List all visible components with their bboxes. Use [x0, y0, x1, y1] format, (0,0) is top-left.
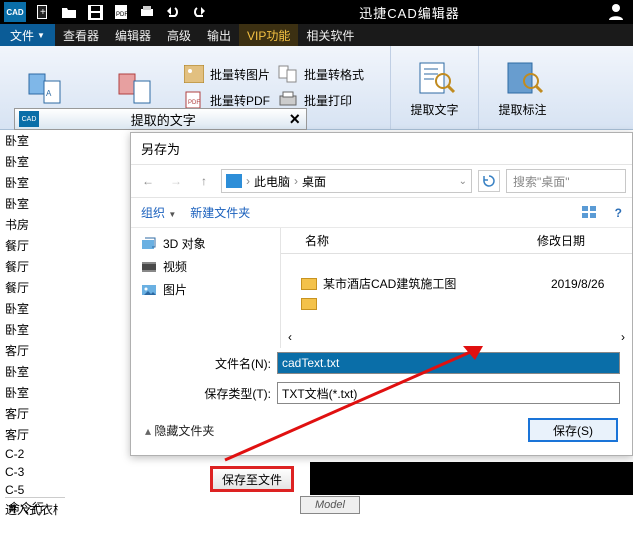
extract-modal-titlebar: CAD 提取的文字 × — [14, 108, 307, 130]
extract-modal-title: 提取的文字 — [43, 110, 283, 129]
path-box[interactable]: › 此电脑 › 桌面 ⌄ — [221, 169, 472, 193]
list-item[interactable]: 书房 — [0, 214, 58, 235]
chevron-down-icon[interactable]: ⌄ — [459, 176, 467, 187]
list-item[interactable]: 卧室 — [0, 298, 58, 319]
save-as-dialog: 另存为 ← → ↑ › 此电脑 › 桌面 ⌄ 搜索"桌面" 组织 ▼ 新建文件夹… — [130, 132, 633, 456]
new-folder-button[interactable]: 新建文件夹 — [190, 204, 250, 221]
save-icon[interactable] — [84, 2, 106, 22]
model-tab[interactable]: Model — [300, 496, 360, 514]
svg-text:PDF: PDF — [116, 12, 128, 18]
list-item[interactable]: 卧室 — [0, 151, 58, 172]
path-segment[interactable]: 此电脑 — [254, 173, 290, 190]
list-item[interactable]: 卧室 — [0, 319, 58, 340]
close-icon[interactable]: × — [283, 109, 306, 130]
save-button[interactable]: 保存(S) — [528, 418, 618, 442]
folder-icon — [301, 278, 317, 290]
filetype-field[interactable]: TXT文档(*.txt) — [277, 382, 620, 404]
print-icon[interactable] — [136, 2, 158, 22]
menu-viewer[interactable]: 查看器 — [55, 24, 107, 46]
watermark: 天涯社区@哎呀就是我ABC — [446, 494, 627, 515]
new-file-icon[interactable]: + — [32, 2, 54, 22]
menu-vip[interactable]: VIP功能 — [239, 24, 298, 46]
path-segment[interactable]: 桌面 — [302, 173, 326, 190]
column-date[interactable]: 修改日期 — [531, 228, 631, 253]
tree-item-pictures[interactable]: 图片 — [141, 278, 270, 301]
list-item[interactable]: 餐厅 — [0, 256, 58, 277]
list-item[interactable]: 卧室 — [0, 193, 58, 214]
extract-modal-icon: CAD — [19, 111, 39, 127]
column-name[interactable]: 名称 — [281, 228, 531, 253]
menu-related[interactable]: 相关软件 — [298, 24, 362, 46]
ribbon-extract-text[interactable]: 提取文字 — [390, 46, 478, 129]
save-pdf-icon[interactable]: PDF — [110, 2, 132, 22]
search-input[interactable]: 搜索"桌面" — [506, 169, 626, 193]
redo-icon[interactable] — [188, 2, 210, 22]
list-item[interactable]: 卧室 — [0, 172, 58, 193]
list-item[interactable]: 餐厅 — [0, 235, 58, 256]
menu-advanced[interactable]: 高级 — [159, 24, 199, 46]
list-item[interactable]: 客厅 — [0, 340, 58, 361]
list-item[interactable]: 客厅 — [0, 403, 58, 424]
scroll-right-icon[interactable]: › — [616, 330, 630, 344]
save-to-file-button[interactable]: 保存至文件 — [210, 466, 294, 492]
filename-field[interactable]: cadText.txt — [277, 352, 620, 374]
svg-text:PDF: PDF — [188, 100, 200, 106]
file-row[interactable]: 某市酒店CAD建筑施工图 2019/8/26 — [281, 272, 632, 295]
computer-icon — [226, 174, 242, 188]
list-item[interactable]: 餐厅 — [0, 277, 58, 298]
list-item[interactable]: C-2 — [0, 445, 58, 463]
ribbon-extract-anno-label: 提取标注 — [498, 101, 546, 118]
ribbon-extract-text-label: 提取文字 — [410, 101, 458, 118]
user-icon[interactable] — [607, 2, 627, 22]
file-row[interactable] — [281, 295, 632, 313]
filetype-label: 保存类型(T): — [181, 385, 271, 402]
ribbon-batch-img[interactable]: 批量转图片 — [180, 62, 274, 88]
tree-item-video[interactable]: 视频 — [141, 255, 270, 278]
refresh-icon[interactable] — [478, 170, 500, 192]
help-icon[interactable]: ? — [615, 206, 622, 220]
ribbon-batch-fmt[interactable]: 批量转格式 — [274, 62, 368, 88]
list-item[interactable]: 卧室 — [0, 130, 58, 151]
app-logo-icon: CAD — [4, 2, 26, 22]
svg-text:+: + — [40, 7, 46, 18]
list-item[interactable]: 卧室 — [0, 382, 58, 403]
canvas-bottom — [310, 462, 633, 495]
scroll-left-icon[interactable]: ‹ — [283, 330, 297, 344]
nav-forward-icon: → — [165, 170, 187, 192]
organize-button[interactable]: 组织 ▼ — [141, 204, 176, 221]
folder-tree: 3D 对象 视频 图片 — [131, 228, 281, 348]
filename-label: 文件名(N): — [181, 355, 271, 372]
list-item[interactable]: C-3 — [0, 463, 58, 481]
save-as-title: 另存为 — [131, 133, 632, 164]
view-options-icon[interactable] — [581, 205, 601, 221]
list-item[interactable]: 卧室 — [0, 361, 58, 382]
list-item[interactable]: 客厅 — [0, 424, 58, 445]
menu-output[interactable]: 输出 — [199, 24, 239, 46]
text-list-panel: 卧室 卧室 卧室 卧室 书房 餐厅 餐厅 餐厅 卧室 卧室 客厅 卧室 卧室 客… — [0, 130, 58, 520]
menu-editor[interactable]: 编辑器 — [107, 24, 159, 46]
tree-item-3dobjects[interactable]: 3D 对象 — [141, 232, 270, 255]
nav-back-icon[interactable]: ← — [137, 170, 159, 192]
ribbon-extract-anno[interactable]: 提取标注 — [478, 46, 566, 129]
app-title: 迅捷CAD编辑器 — [212, 3, 607, 22]
command-line-label: 命令行 — [5, 497, 65, 513]
undo-icon[interactable] — [162, 2, 184, 22]
hide-folders-button[interactable]: 隐藏文件夹 — [145, 422, 214, 439]
menu-file[interactable]: 文件 ▼ — [0, 24, 55, 46]
folder-icon — [301, 298, 317, 310]
open-folder-icon[interactable] — [58, 2, 80, 22]
nav-up-icon[interactable]: ↑ — [193, 170, 215, 192]
svg-text:A: A — [46, 89, 52, 98]
